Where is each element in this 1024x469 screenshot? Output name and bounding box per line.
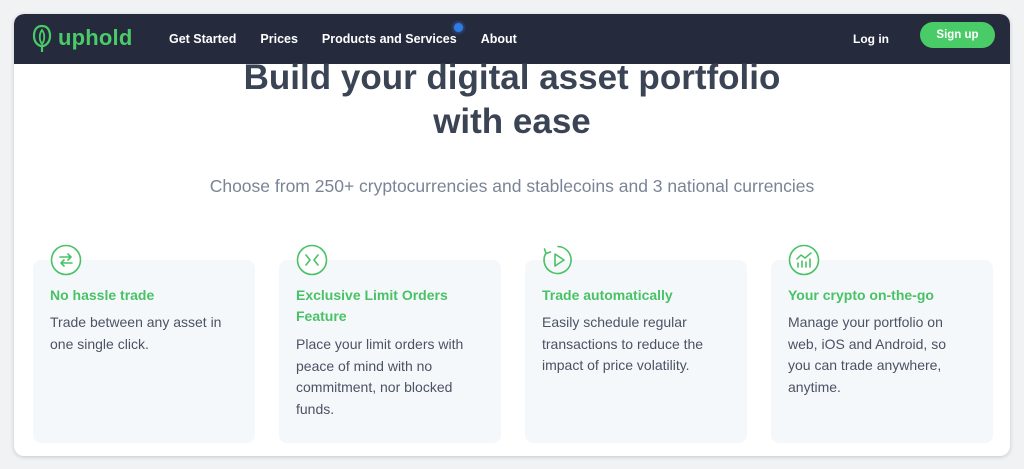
nav-products-and-services[interactable]: Products and Services bbox=[321, 23, 463, 46]
nav-about[interactable]: About bbox=[481, 32, 517, 46]
nav-get-started[interactable]: Get Started bbox=[169, 32, 236, 46]
hero-title-line-2: with ease bbox=[433, 102, 591, 141]
feature-description: Manage your portfolio on web, iOS and An… bbox=[788, 314, 946, 395]
feature-title: Trade automatically bbox=[542, 287, 673, 303]
auto-trade-icon bbox=[543, 245, 572, 275]
notification-dot bbox=[453, 23, 463, 32]
feature-description: Trade between any asset in one single cl… bbox=[50, 314, 222, 352]
nav-prices[interactable]: Prices bbox=[260, 32, 298, 46]
uphold-logo[interactable]: uphold bbox=[32, 21, 133, 55]
uphold-logo-icon bbox=[32, 24, 52, 52]
limit-orders-icon bbox=[296, 244, 328, 276]
logo-wordmark: uphold bbox=[58, 25, 133, 50]
browser-frame: uphold Get Started Prices Products and S… bbox=[14, 14, 1010, 456]
feature-title: Your crypto on-the-go bbox=[788, 287, 934, 303]
hero-title-line-1: Build your digital asset portfolio bbox=[243, 58, 781, 97]
hero-title: Build your digital asset portfolio with … bbox=[14, 56, 1010, 144]
signup-button[interactable]: Sign up bbox=[920, 22, 995, 48]
feature-title: Exclusive Limit Orders Feature bbox=[296, 287, 448, 324]
nav-products-label: Products and Services bbox=[321, 32, 457, 46]
mobile-chart-icon bbox=[788, 244, 820, 276]
feature-description: Place your limit orders with peace of mi… bbox=[296, 336, 464, 417]
hero-subtitle: Choose from 250+ cryptocurrencies and st… bbox=[209, 176, 815, 196]
feature-description: Easily schedule regular transactions to … bbox=[542, 314, 704, 373]
feature-title: No hassle trade bbox=[50, 287, 155, 303]
swap-arrows-icon bbox=[50, 244, 82, 276]
